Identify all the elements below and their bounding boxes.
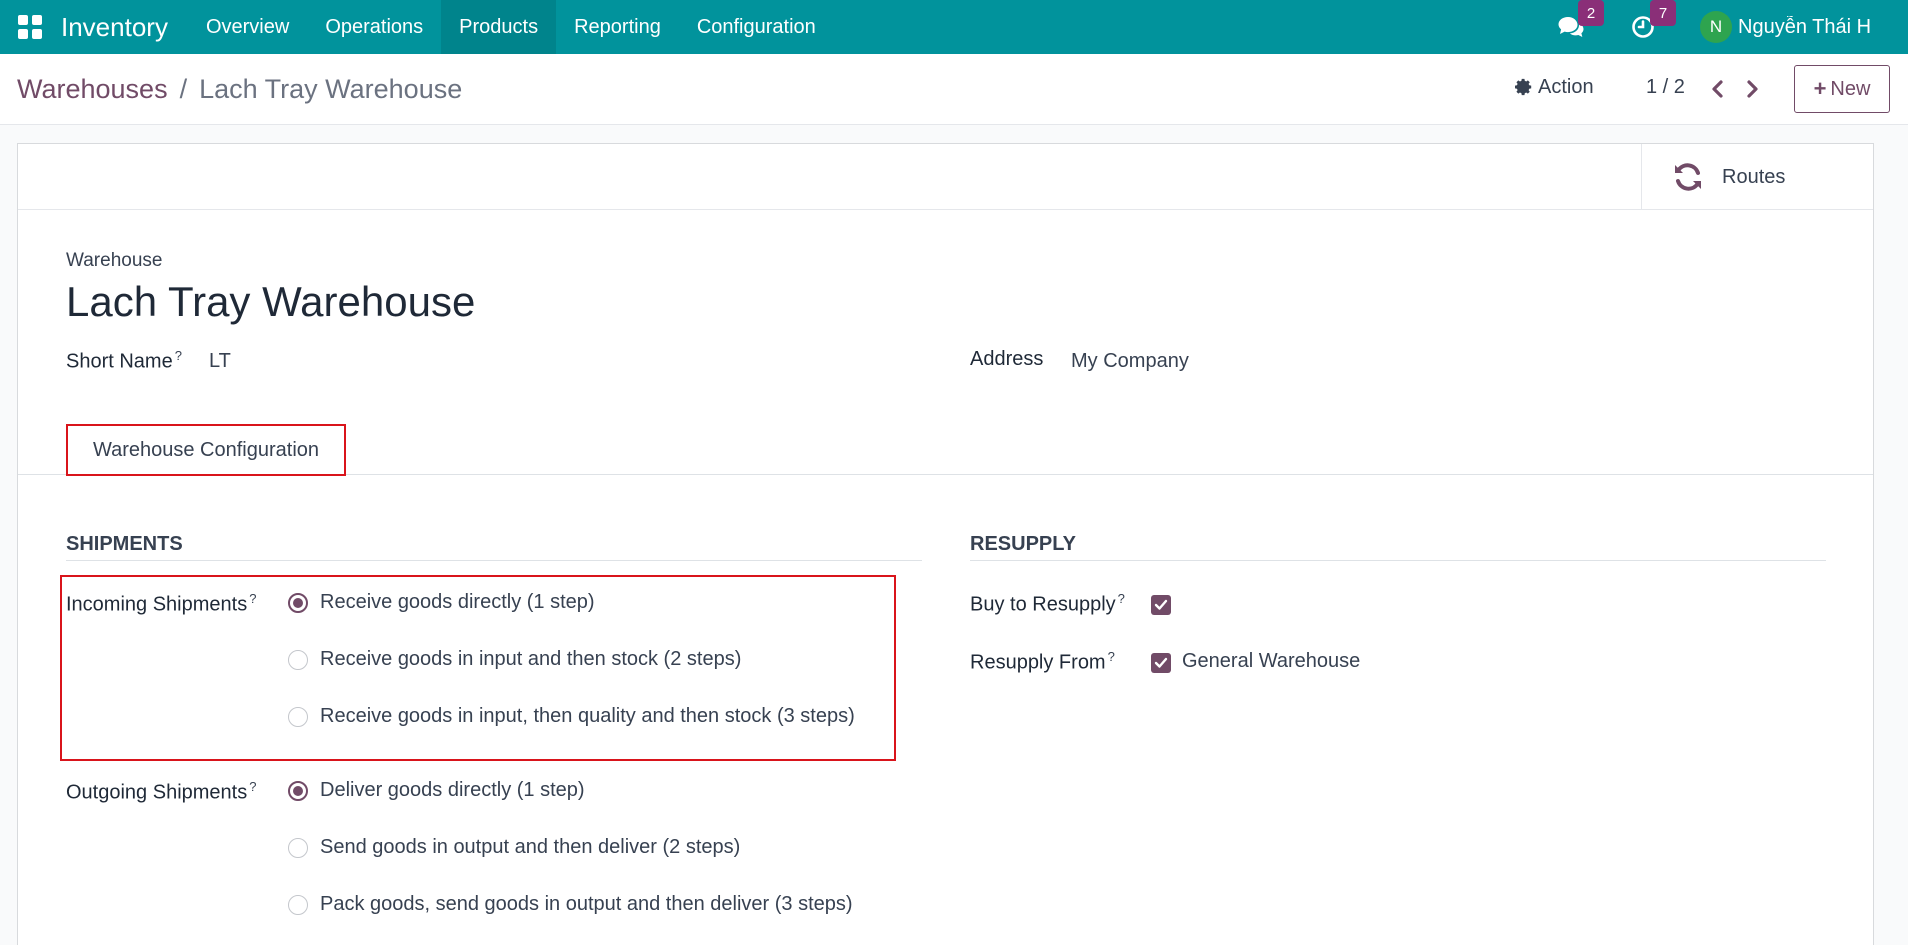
refresh-icon <box>1675 163 1701 191</box>
user-menu[interactable]: N Nguyễn Thái H <box>1700 11 1908 43</box>
radio-unchecked[interactable] <box>288 894 308 915</box>
radio-unchecked[interactable] <box>288 837 308 858</box>
avatar: N <box>1700 11 1732 43</box>
record-type-label: Warehouse <box>66 250 163 271</box>
address-field[interactable]: My Company <box>1071 350 1189 373</box>
app-grid-icon[interactable] <box>15 12 45 42</box>
incoming-option-1-step[interactable]: Receive goods directly (1 step) <box>288 591 595 614</box>
systray: 2 7 N Nguyễn Thái H <box>1556 0 1908 54</box>
resupply-section-title: RESUPPLY <box>970 533 1076 555</box>
radio-label: Deliver goods directly (1 step) <box>320 779 585 801</box>
menu-configuration[interactable]: Configuration <box>679 0 834 54</box>
pager-next-button[interactable] <box>1740 74 1764 104</box>
tab-warehouse-configuration[interactable]: Warehouse Configuration <box>66 424 346 476</box>
gear-icon <box>1515 78 1532 95</box>
messages-count-badge: 2 <box>1578 0 1604 26</box>
radio-checked[interactable] <box>288 780 308 801</box>
menu-products[interactable]: Products <box>441 0 557 54</box>
radio-label: Receive goods in input and then stock (2… <box>320 648 742 670</box>
messages-button[interactable]: 2 <box>1556 0 1604 42</box>
help-icon[interactable]: ? <box>1108 649 1115 664</box>
help-icon[interactable]: ? <box>249 591 256 606</box>
control-panel: Warehouses / Lach Tray Warehouse Action … <box>0 54 1908 125</box>
outgoing-option-3-steps[interactable]: Pack goods, send goods in output and the… <box>288 893 853 916</box>
resupply-from-warehouse-label: General Warehouse <box>1182 650 1361 672</box>
checkmark-icon <box>1154 657 1168 668</box>
new-button[interactable]: + New <box>1794 65 1890 113</box>
resupply-from-label: Resupply From? <box>970 649 1115 674</box>
buy-to-resupply-label: Buy to Resupply? <box>970 591 1125 616</box>
app-name[interactable]: Inventory <box>61 12 168 43</box>
help-icon[interactable]: ? <box>175 348 182 363</box>
breadcrumb-warehouses-link[interactable]: Warehouses <box>17 74 168 105</box>
plus-icon: + <box>1813 76 1827 101</box>
incoming-option-3-steps[interactable]: Receive goods in input, then quality and… <box>288 705 855 728</box>
buy-to-resupply-checkbox[interactable] <box>1151 595 1171 615</box>
activities-count-badge: 7 <box>1650 0 1676 26</box>
action-button[interactable]: Action <box>1514 76 1594 99</box>
checkmark-icon <box>1154 599 1168 610</box>
pager-value[interactable]: 1 / 2 <box>1646 76 1685 99</box>
help-icon[interactable]: ? <box>1118 591 1125 606</box>
chevron-right-icon <box>1747 80 1758 98</box>
shipments-divider <box>66 560 922 561</box>
button-box: Routes <box>18 144 1873 210</box>
outgoing-option-2-steps[interactable]: Send goods in output and then deliver (2… <box>288 836 740 859</box>
pager-previous-button[interactable] <box>1706 74 1730 104</box>
help-icon[interactable]: ? <box>249 779 256 794</box>
radio-unchecked[interactable] <box>288 706 308 727</box>
incoming-option-2-steps[interactable]: Receive goods in input and then stock (2… <box>288 648 741 671</box>
routes-button[interactable]: Routes <box>1641 144 1873 210</box>
short-name-label: Short Name? <box>66 348 182 373</box>
resupply-divider <box>970 560 1826 561</box>
new-label: New <box>1830 77 1871 100</box>
routes-label: Routes <box>1722 165 1786 188</box>
menu-operations[interactable]: Operations <box>307 0 441 54</box>
radio-checked[interactable] <box>288 592 308 613</box>
address-label: Address <box>970 348 1044 370</box>
outgoing-shipments-label: Outgoing Shipments? <box>66 779 257 804</box>
resupply-from-checkbox[interactable] <box>1151 653 1171 673</box>
chevron-left-icon <box>1712 80 1723 98</box>
activities-button[interactable]: 7 <box>1628 0 1676 42</box>
radio-label: Receive goods directly (1 step) <box>320 591 595 613</box>
breadcrumb-current: Lach Tray Warehouse <box>199 74 463 104</box>
user-name: Nguyễn Thái H <box>1738 15 1872 38</box>
radio-label: Send goods in output and then deliver (2… <box>320 836 741 858</box>
incoming-shipments-label: Incoming Shipments? <box>66 591 257 616</box>
radio-unchecked[interactable] <box>288 649 308 670</box>
form-sheet: Routes Warehouse Lach Tray Warehouse Sho… <box>17 143 1874 945</box>
shipments-section-title: SHIPMENTS <box>66 533 183 555</box>
radio-label: Receive goods in input, then quality and… <box>320 705 855 727</box>
breadcrumb: Warehouses / Lach Tray Warehouse <box>17 74 462 105</box>
top-navbar: Inventory Overview Operations Products R… <box>0 0 1908 54</box>
breadcrumb-separator: / <box>179 74 188 104</box>
radio-label: Pack goods, send goods in output and the… <box>320 893 853 915</box>
short-name-field[interactable]: LT <box>209 350 231 373</box>
warehouse-name-field[interactable]: Lach Tray Warehouse <box>66 278 475 326</box>
outgoing-option-1-step[interactable]: Deliver goods directly (1 step) <box>288 779 585 802</box>
action-label: Action <box>1538 76 1594 98</box>
menu-overview[interactable]: Overview <box>188 0 307 54</box>
menu-reporting[interactable]: Reporting <box>556 0 679 54</box>
